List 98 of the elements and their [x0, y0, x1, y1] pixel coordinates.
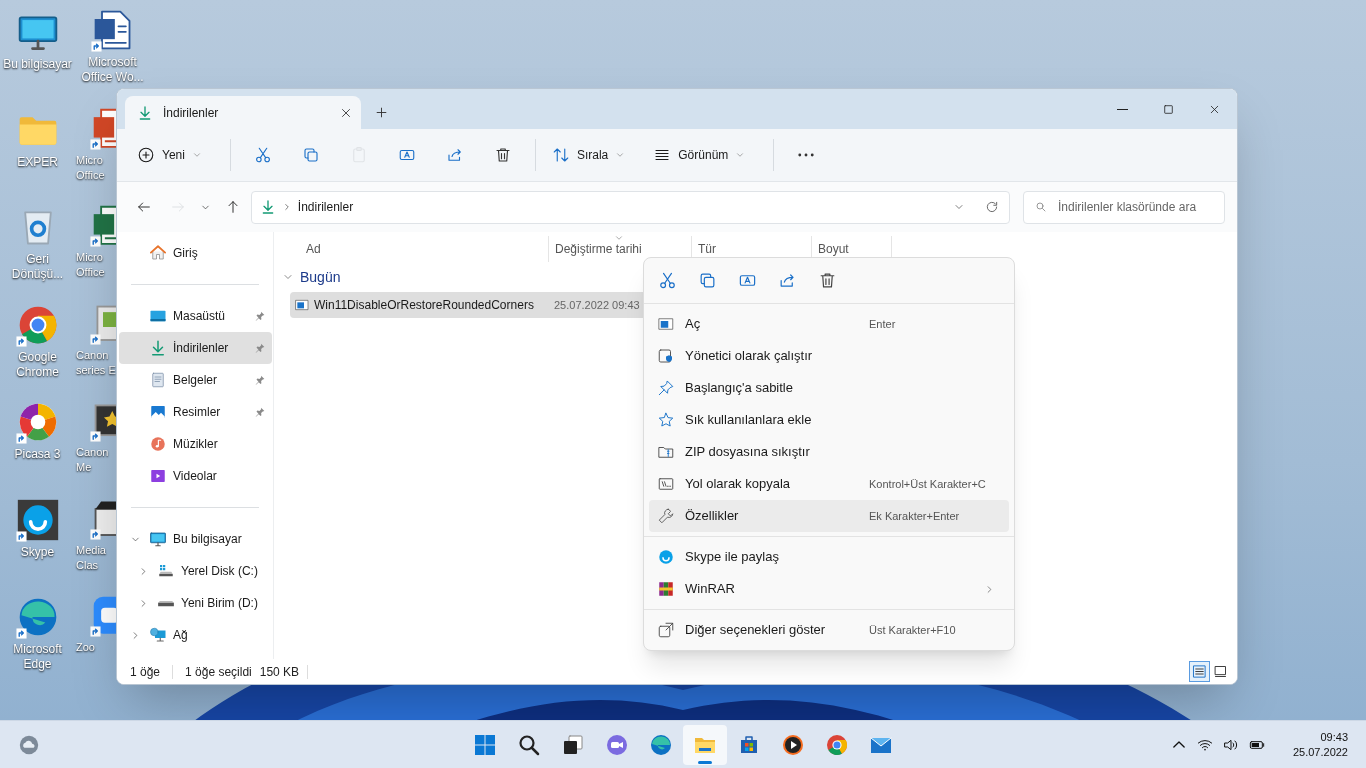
- chat-logo-icon: [15, 497, 60, 542]
- details-view-button[interactable]: [1189, 661, 1210, 682]
- sidebar-item[interactable]: İndirilenler: [119, 332, 272, 364]
- house-icon: [149, 244, 167, 262]
- sidebar-item[interactable]: Yeni Birim (D:): [119, 587, 272, 619]
- address-bar[interactable]: İndirilenler: [250, 190, 1010, 224]
- sidebar-item[interactable]: Belgeler: [119, 364, 272, 396]
- ring-logo-icon: [825, 732, 849, 757]
- star-icon: [657, 411, 675, 429]
- column-header[interactable]: Ad: [274, 236, 548, 262]
- caret-icon: [191, 150, 202, 160]
- shortcut-hint: Ek Karakter+Enter: [869, 508, 961, 524]
- menu-item[interactable]: Yönetici olarak çalıştır: [649, 340, 1009, 372]
- menu-item[interactable]: WinRAR: [649, 573, 1009, 605]
- chevron-up-icon: [1172, 741, 1185, 748]
- desktop-item-label: Canon Me: [76, 445, 110, 475]
- cloud-icon: [18, 733, 40, 756]
- drive-icon: [157, 599, 175, 607]
- file-name: Win11DisableOrRestoreRoundedCorners: [314, 297, 534, 314]
- modified-date: 25.07.2022 09:43: [553, 297, 640, 313]
- document-icon: [149, 371, 167, 389]
- selection-size: 150 KB: [259, 663, 300, 681]
- item-count: 1 öğe: [130, 663, 161, 681]
- menu-item[interactable]: Başlangıç'a sabitle: [649, 372, 1009, 404]
- download-icon: [149, 339, 167, 357]
- menu-item[interactable]: Özellikler Ek Karakter+Enter: [649, 500, 1009, 532]
- sidebar-item[interactable]: Yerel Disk (C:): [119, 555, 272, 587]
- maximize-icon: [1161, 102, 1175, 116]
- desktop-item-label: EXPER: [16, 154, 59, 170]
- clock[interactable]: 09:43 25.07.2022: [1292, 729, 1348, 760]
- sidebar-item[interactable]: Müzikler: [119, 428, 272, 460]
- search-icon: [517, 732, 541, 757]
- minimize-icon: [1116, 108, 1128, 110]
- clock-time: 09:43: [1320, 729, 1348, 745]
- menu-item[interactable]: Sık kullanılanlara ekle: [649, 404, 1009, 436]
- caret-icon: [615, 150, 626, 160]
- desktop-item-label: Microsoft Edge: [12, 642, 63, 672]
- search-field[interactable]: İndirilenler klasöründe ara: [1023, 190, 1225, 224]
- caret-icon: [735, 150, 746, 160]
- sidebar-item[interactable]: Masaüstü: [119, 300, 272, 332]
- window-tab[interactable]: İndirilenler: [125, 96, 361, 129]
- expand-icon: [657, 621, 675, 639]
- desktop-item-label: Geri Dönüşü...: [10, 252, 65, 282]
- wrench-icon: [657, 507, 675, 525]
- sidebar-item[interactable]: Videolar: [119, 460, 272, 492]
- desktop-item-label: Microsoft Office Wo...: [80, 55, 145, 85]
- wave-logo-icon: [649, 732, 673, 757]
- group-header[interactable]: Bugün: [274, 262, 1237, 292]
- computer-icon: [149, 530, 167, 548]
- scissors-icon: [657, 271, 677, 290]
- menu-item[interactable]: Diğer seçenekleri göster Üst Karakter+F10: [649, 614, 1009, 646]
- sort-arrows-icon: [551, 146, 570, 164]
- plus-circle-icon: [137, 146, 155, 164]
- play-icon: [781, 732, 805, 757]
- view-button[interactable]: Görünüm: [645, 139, 754, 171]
- desktop-item-label: Micro Office: [76, 250, 106, 280]
- desktop-item-label: Canon series E: [76, 347, 117, 378]
- desktop-item-label: Micro Office: [76, 152, 106, 183]
- windows-logo-icon: [473, 732, 497, 757]
- shield-icon: [657, 347, 675, 365]
- selection-count: 1 öğe seçildi: [185, 663, 252, 681]
- details-view-icon: [1192, 664, 1207, 679]
- network-icon: [149, 626, 167, 644]
- desktop-item-label: Skype: [19, 544, 56, 560]
- chat-icon: [605, 732, 629, 757]
- music-icon: [149, 435, 167, 453]
- pin-icon: [657, 379, 675, 397]
- shortcut-hint: Kontrol+Üst Karakter+C: [869, 476, 987, 492]
- search-icon: [1035, 200, 1047, 213]
- menu-item[interactable]: ZIP dosyasına sıkıştır: [649, 436, 1009, 468]
- path-icon: [657, 475, 675, 493]
- program-icon: [294, 297, 310, 313]
- sort-button[interactable]: Sırala: [543, 139, 634, 171]
- plus-icon: [373, 105, 389, 120]
- desktop-item-label: Picasa 3: [13, 447, 62, 462]
- picture-icon: [149, 403, 167, 421]
- clock-date: 25.07.2022: [1292, 744, 1348, 760]
- program-icon: [657, 315, 675, 333]
- desktop-item-label: Media Clas: [76, 542, 107, 573]
- download-icon: [137, 104, 153, 121]
- desktop-item-label: Bu bilgisayar: [2, 57, 73, 72]
- sidebar-item[interactable]: Ağ: [119, 619, 272, 651]
- tiles-view-icon: [1213, 664, 1228, 679]
- sidebar-item[interactable]: Resimler: [119, 396, 272, 428]
- desktop-item-label: Zoo: [76, 640, 96, 655]
- sidebar-item[interactable]: Giriş: [119, 237, 272, 269]
- menu-item[interactable]: Yol olarak kopyala Kontrol+Üst Karakter+C: [649, 468, 1009, 500]
- chat-logo-icon: [657, 548, 675, 566]
- shortcut-hint: Enter: [869, 316, 897, 332]
- shortcut-hint: Üst Karakter+F10: [869, 622, 957, 638]
- menu-item[interactable]: Skype ile paylaş: [649, 541, 1009, 573]
- task-view-icon: [561, 732, 585, 757]
- new-button[interactable]: Yeni: [129, 139, 210, 171]
- refresh-icon: [985, 200, 999, 214]
- path-segment[interactable]: İndirilenler: [297, 198, 354, 216]
- video-icon: [149, 467, 167, 485]
- desktop-item-label: Google Chrome: [15, 349, 60, 380]
- sidebar-item[interactable]: Bu bilgisayar: [119, 523, 272, 555]
